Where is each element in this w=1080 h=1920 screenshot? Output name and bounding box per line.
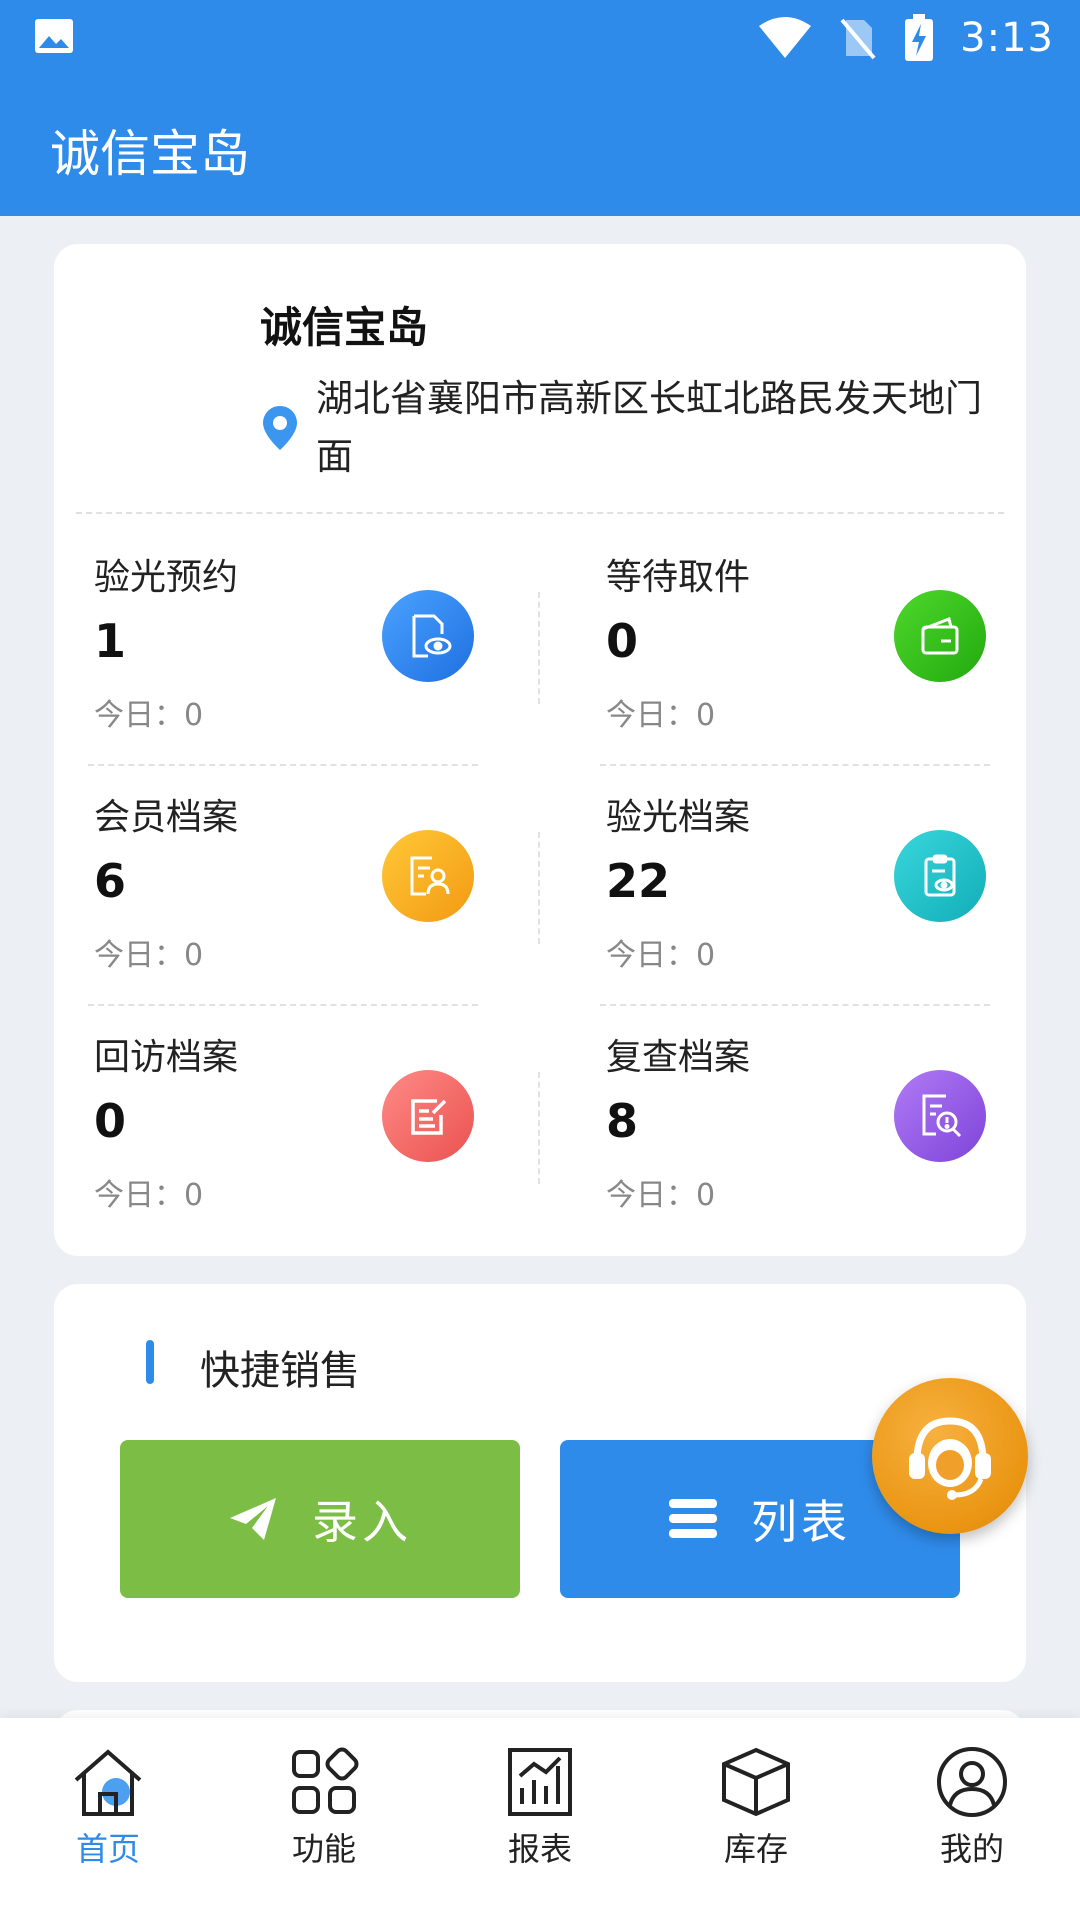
app-bar: 诚信宝岛 (0, 78, 1080, 216)
stat-member-files[interactable]: 会员档案 6 今日：0 (94, 788, 534, 988)
no-sim-icon (840, 18, 876, 60)
divider (88, 764, 478, 766)
grid-icon (292, 1747, 359, 1814)
stat-today: 今日：0 (94, 698, 204, 733)
divider (76, 512, 1004, 514)
shop-address: 湖北省襄阳市高新区长虹北路民发天地门面 (316, 377, 982, 478)
tab-home[interactable]: 首页 (33, 1742, 183, 1882)
wallet-icon (894, 590, 986, 682)
clipboard-eye-icon (894, 830, 986, 922)
divider (538, 1072, 540, 1184)
edit-note-icon (382, 1070, 474, 1162)
stat-value: 0 (94, 1094, 127, 1148)
bottom-tab-bar: 首页 功能 报表 库存 我的 (0, 1718, 1080, 1920)
battery-charging-icon (905, 14, 934, 61)
stat-value: 6 (94, 854, 127, 908)
stat-today: 今日：0 (94, 938, 204, 973)
box-icon (722, 1747, 790, 1817)
stat-today: 今日：0 (606, 938, 716, 973)
stat-label: 会员档案 (94, 797, 239, 838)
list-button-label: 列表 (751, 1495, 851, 1549)
location-pin-icon (263, 406, 297, 450)
section-title: 快捷销售 (200, 1348, 360, 1394)
tab-inventory[interactable]: 库存 (681, 1742, 831, 1882)
stat-label: 复查档案 (606, 1037, 751, 1078)
stat-optometry-appointment[interactable]: 验光预约 1 今日：0 (94, 548, 534, 748)
list-icon (669, 1499, 717, 1538)
entry-button-label: 录入 (312, 1495, 412, 1549)
stat-follow-up-files[interactable]: 回访档案 0 今日：0 (94, 1028, 534, 1228)
wifi-icon (759, 17, 812, 58)
stat-recheck-files[interactable]: 复查档案 8 今日：0 (606, 1028, 1046, 1228)
gallery-icon (35, 19, 73, 53)
tab-profile[interactable]: 我的 (897, 1742, 1047, 1882)
tab-label: 报表 (507, 1830, 572, 1868)
divider (600, 764, 990, 766)
tab-label: 首页 (75, 1830, 140, 1868)
stat-label: 回访档案 (94, 1037, 239, 1078)
headset-agent-icon (909, 1417, 991, 1500)
stat-value: 1 (94, 614, 127, 668)
stat-today: 今日：0 (606, 1178, 716, 1213)
section-accent-bar (146, 1340, 154, 1384)
divider (538, 832, 540, 944)
stat-today: 今日：0 (606, 698, 716, 733)
stat-label: 等待取件 (606, 557, 751, 598)
stat-label: 验光预约 (94, 557, 239, 598)
divider (88, 1004, 478, 1006)
user-icon (937, 1747, 1007, 1817)
stat-label: 验光档案 (606, 797, 751, 838)
entry-button[interactable]: 录入 (120, 1440, 520, 1598)
tab-reports[interactable]: 报表 (465, 1742, 615, 1882)
stat-value: 8 (606, 1094, 639, 1148)
stat-optometry-files[interactable]: 验光档案 22 今日：0 (606, 788, 1046, 988)
shop-card: 诚信宝岛 湖北省襄阳市高新区长虹北路民发天地门面 验光预约 1 今日：0 等待取… (54, 244, 1026, 1256)
shop-name: 诚信宝岛 (260, 303, 429, 352)
customer-service-button[interactable] (872, 1378, 1028, 1534)
app-title: 诚信宝岛 (50, 125, 250, 183)
tab-label: 库存 (723, 1830, 788, 1868)
tab-functions[interactable]: 功能 (249, 1742, 399, 1882)
stat-today: 今日：0 (94, 1178, 204, 1213)
stat-value: 22 (606, 854, 671, 908)
tab-label: 我的 (939, 1830, 1004, 1868)
stat-waiting-pickup[interactable]: 等待取件 0 今日：0 (606, 548, 1046, 748)
stat-value: 0 (606, 614, 639, 668)
status-bar: 3:13 (0, 0, 1080, 78)
paper-plane-icon (230, 1498, 276, 1540)
eye-document-icon (382, 590, 474, 682)
search-document-icon (894, 1070, 986, 1162)
home-icon (74, 1749, 142, 1816)
member-file-icon (382, 830, 474, 922)
tab-label: 功能 (291, 1830, 356, 1868)
report-chart-icon (508, 1748, 572, 1816)
status-time: 3:13 (960, 15, 1054, 61)
divider (600, 1004, 990, 1006)
divider (538, 592, 540, 704)
